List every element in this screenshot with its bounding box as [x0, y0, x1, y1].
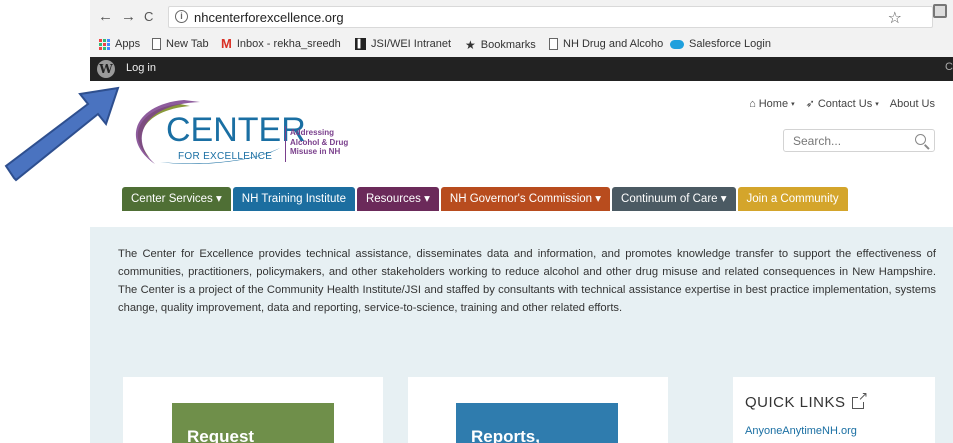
logo-divider	[285, 126, 286, 162]
about-link[interactable]: About Us	[890, 97, 935, 110]
tagline-line: Alcohol & Drug	[290, 137, 349, 147]
extension-icon[interactable]	[933, 4, 947, 18]
wordpress-logo-icon[interactable]: W	[97, 60, 115, 78]
bookmark-salesforce[interactable]: Salesforce Login	[670, 38, 771, 50]
reports-card[interactable]: Reports,	[408, 377, 668, 443]
nav-resources[interactable]: Resources ▾	[356, 187, 439, 211]
gmail-icon: M	[221, 36, 232, 51]
home-label: Home	[758, 97, 789, 110]
site-logo[interactable]: CENTER FOR EXCELLENCE Addressing Alcohol…	[120, 96, 360, 166]
request-card-image[interactable]: Request	[172, 403, 334, 443]
contact-label: Contact Us	[817, 97, 873, 110]
chevron-down-icon: ▾	[875, 100, 879, 108]
tagline-line: Addressing	[290, 128, 335, 137]
request-card[interactable]: Request	[123, 377, 383, 443]
bookmark-new-tab[interactable]: New Tab	[152, 38, 209, 50]
home-icon: ⌂	[749, 97, 756, 110]
cloud-icon	[670, 39, 684, 49]
search-icon[interactable]	[915, 134, 926, 145]
nav-continuum-of-care[interactable]: Continuum of Care ▾	[612, 187, 736, 211]
wordpress-admin-bar: W Log in C	[90, 57, 953, 81]
logo-sub-text: FOR EXCELLENCE	[178, 151, 273, 162]
nav-center-services[interactable]: Center Services ▾	[122, 187, 231, 211]
intro-paragraph: The Center for Excellence provides techn…	[118, 248, 936, 314]
card-title: Reports,	[471, 427, 540, 443]
card-title: Request	[187, 427, 255, 443]
paper-plane-icon: ➶	[805, 98, 815, 110]
quick-links-panel: QUICK LINKS AnyoneAnytimeNH.org	[733, 377, 935, 443]
info-icon[interactable]: i	[175, 10, 188, 23]
bookmark-label: Bookmarks	[480, 39, 536, 51]
bookmark-label: Apps	[115, 38, 141, 50]
back-icon[interactable]: ←	[98, 8, 113, 26]
about-label: About Us	[889, 97, 935, 110]
bookmarks-bar: Apps New Tab M Inbox - rekha_sreedh ▌ JS…	[90, 35, 953, 57]
browser-chrome: ← → C i nhcenterforexcellence.org ☆ Apps…	[90, 0, 953, 57]
bookmark-label: NH Drug and Alcoho	[563, 38, 664, 50]
reports-card-image[interactable]: Reports,	[456, 403, 618, 443]
bookmark-bookmarks[interactable]: ★ Bookmarks	[465, 38, 536, 52]
page-icon	[549, 38, 558, 50]
search-placeholder: Search...	[793, 134, 842, 148]
quick-link-item[interactable]: AnyoneAnytimeNH.org	[745, 425, 857, 437]
bookmark-inbox[interactable]: M Inbox - rekha_sreedh	[221, 36, 341, 51]
main-navigation: Center Services ▾ NH Training Institute …	[122, 187, 848, 211]
bookmark-star-icon[interactable]: ☆	[888, 8, 902, 28]
chevron-down-icon: ▾	[791, 100, 795, 108]
logo-tagline: Addressing Alcohol & Drug Misuse in NH	[290, 128, 360, 157]
bookmark-label: New Tab	[166, 38, 209, 50]
login-link[interactable]: Log in	[126, 62, 156, 74]
search-input[interactable]: Search...	[783, 129, 935, 152]
star-icon: ★	[465, 38, 476, 52]
apps-icon	[99, 38, 110, 50]
adminbar-right-text: C	[945, 61, 953, 73]
tagline-line: Misuse in NH	[290, 147, 341, 156]
quick-links-title: QUICK LINKS	[745, 394, 846, 411]
site-header: CENTER FOR EXCELLENCE Addressing Alcohol…	[90, 81, 953, 227]
page-icon	[152, 38, 161, 50]
nav-nh-training-institute[interactable]: NH Training Institute	[232, 187, 355, 211]
bookmark-label: JSI/WEI Intranet	[371, 38, 452, 50]
url-text[interactable]: nhcenterforexcellence.org	[194, 10, 344, 25]
address-bar[interactable]: i nhcenterforexcellence.org ☆	[168, 6, 933, 28]
quick-links-heading: QUICK LINKS	[745, 389, 869, 411]
bookmark-nh-drug[interactable]: NH Drug and Alcoho	[549, 38, 663, 50]
annotation-arrow-icon	[4, 86, 120, 182]
bookmark-label: Inbox - rekha_sreedh	[236, 38, 341, 50]
main-content: The Center for Excellence provides techn…	[90, 227, 953, 443]
external-link-icon	[851, 389, 869, 409]
bookmark-apps[interactable]: Apps	[99, 38, 140, 50]
jsi-icon: ▌	[355, 38, 366, 50]
home-link[interactable]: ⌂ Home ▾	[749, 97, 795, 110]
forward-icon[interactable]: →	[121, 8, 136, 26]
reload-icon[interactable]: C	[144, 8, 153, 26]
bookmark-label: Salesforce Login	[689, 38, 771, 50]
top-links: ⌂ Home ▾ ➶ Contact Us ▾ About Us	[749, 97, 935, 111]
contact-link[interactable]: ➶ Contact Us ▾	[805, 97, 879, 111]
nav-join-a-community[interactable]: Join a Community	[737, 187, 848, 211]
bookmark-jsi-intranet[interactable]: ▌ JSI/WEI Intranet	[355, 38, 451, 50]
nav-nh-governors-commission[interactable]: NH Governor's Commission ▾	[440, 187, 611, 211]
address-row: ← → C i nhcenterforexcellence.org ☆	[90, 0, 953, 34]
